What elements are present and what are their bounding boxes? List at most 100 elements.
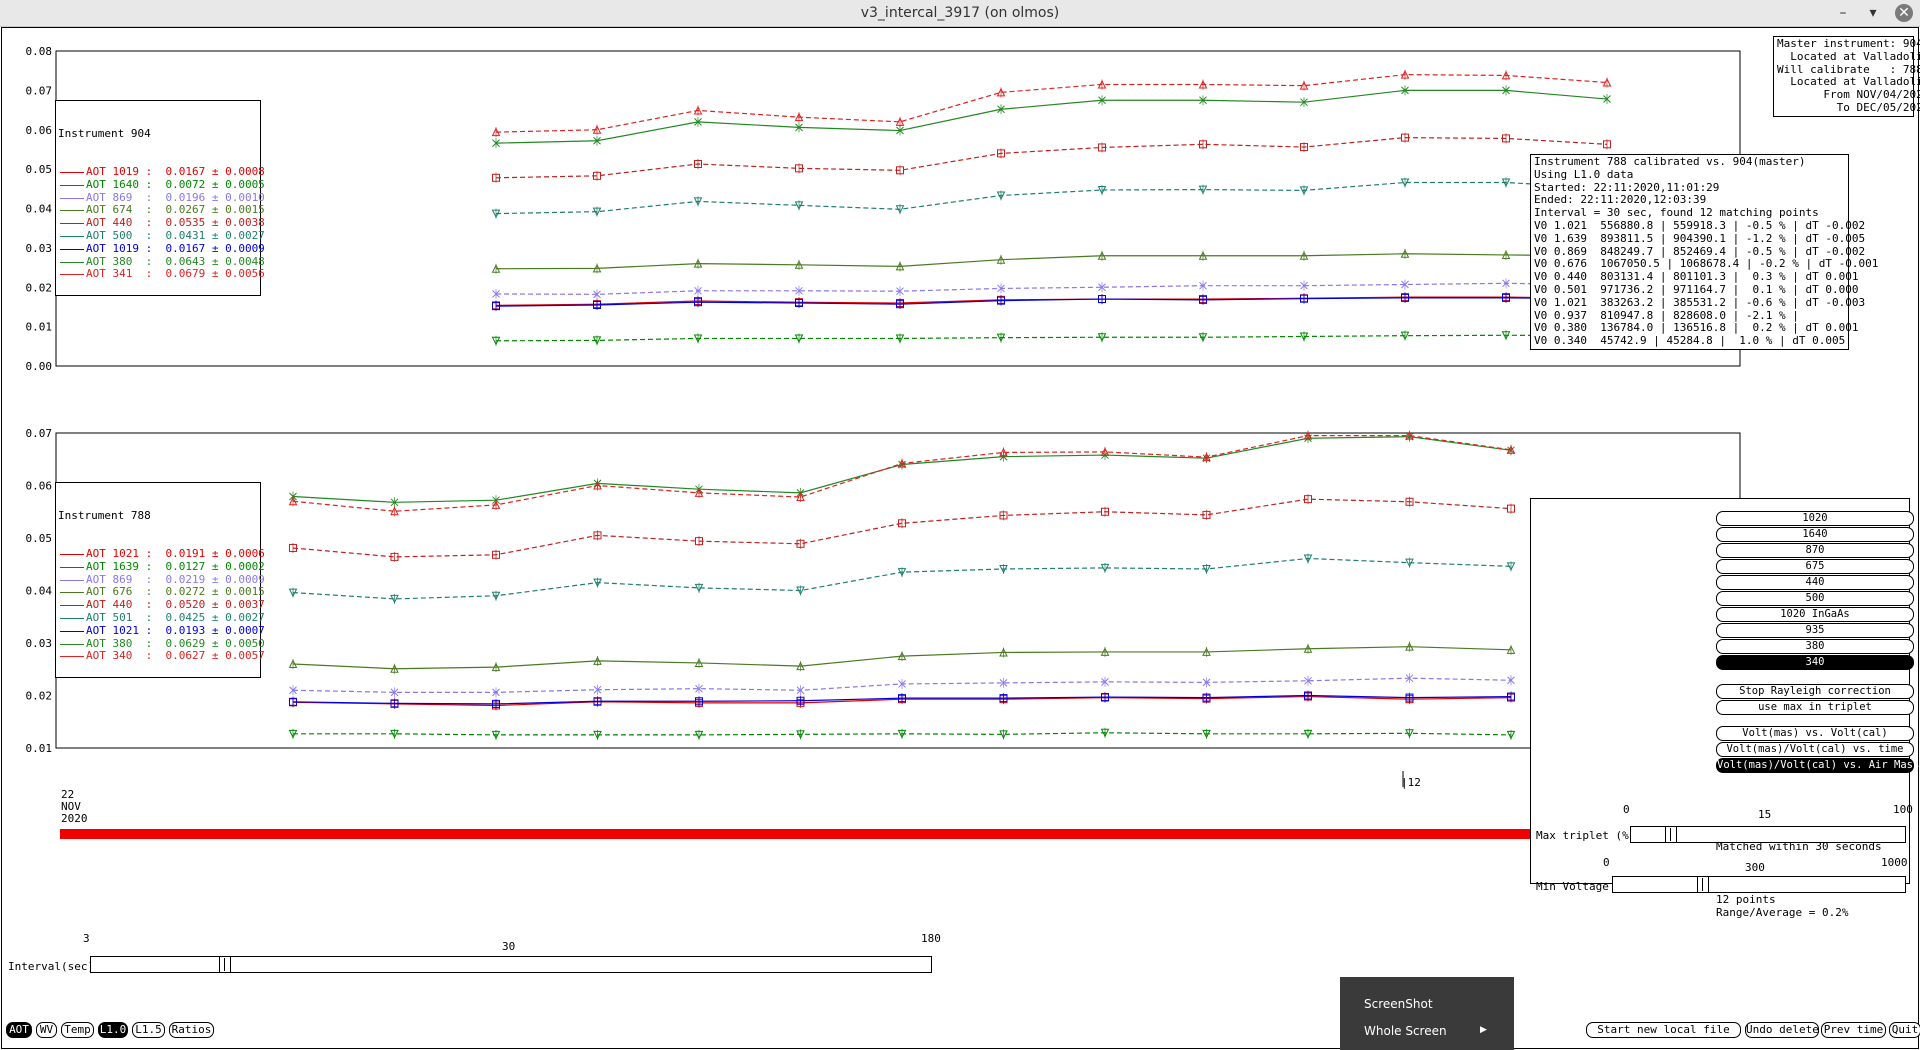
series-line — [495, 74, 1608, 133]
data-type-button-wv[interactable]: WV — [36, 1022, 57, 1038]
aot-plot-788[interactable]: 0.07 0.06 0.05 0.04 0.03 0.02 0.01 — [26, 427, 1741, 755]
legend-label: AOT 1640 : 0.0072 ± 0.0005 — [86, 177, 265, 191]
legend-label: AOT 1021 : 0.0193 ± 0.0007 — [86, 623, 265, 637]
mode-button-volt-mas-volt-cal-vs-air-mass[interactable]: Volt(mas)/Volt(cal) vs. Air Mass — [1716, 758, 1919, 773]
legend-marker-icon — [60, 223, 84, 225]
legend-label: AOT 869 : 0.0219 ± 0.0009 — [86, 572, 265, 586]
option-button-stop-rayleigh-correction[interactable]: Stop Rayleigh correction — [1716, 684, 1914, 699]
y-tick-label: 0.06 — [26, 480, 53, 493]
legend-marker-icon — [60, 261, 84, 263]
data-type-button-aot[interactable]: AOT — [6, 1022, 32, 1038]
y-tick-label: 0.04 — [26, 203, 53, 216]
y-tick-label: 0.07 — [26, 427, 53, 440]
legend-marker-icon — [60, 248, 84, 250]
legend-marker-icon — [60, 579, 84, 581]
master-info-line: To DEC/05/2020 — [1777, 100, 1920, 114]
prev-time-button[interactable]: Prev time — [1821, 1022, 1886, 1038]
calibration-info-line: V0 1.021 556880.8 | 559918.3 | -0.5 % | … — [1534, 218, 1866, 232]
series-line — [495, 181, 1608, 215]
min-voltage-range: Range/Average = 0.2% — [1716, 906, 1849, 919]
channel-button-935[interactable]: 935 — [1716, 623, 1914, 638]
mode-button-volt-mas-volt-cal-vs-time[interactable]: Volt(mas)/Volt(cal) vs. time — [1716, 742, 1914, 757]
calibration-info-line: V0 0.501 971736.2 | 971164.7 | 0.1 % | d… — [1534, 282, 1859, 296]
menu-item-screenshot[interactable]: ScreenShot — [1364, 997, 1433, 1011]
legend-label: AOT 380 : 0.0629 ± 0.0050 — [86, 636, 265, 650]
legend-marker-icon — [60, 643, 84, 645]
legend-marker-icon — [60, 184, 84, 186]
legend-marker-icon — [60, 617, 84, 619]
legend-label: AOT 501 : 0.0425 ± 0.0027 — [86, 610, 265, 624]
max-triplet-label: Max triplet (%) — [1536, 829, 1636, 842]
legend-label: AOT 440 : 0.0535 ± 0.0038 — [86, 216, 265, 230]
data-type-button-temp[interactable]: Temp — [61, 1022, 94, 1038]
y-tick-label: 0.03 — [26, 242, 53, 255]
slider-handle[interactable] — [1697, 876, 1709, 893]
menu-item-whole-screen[interactable]: Whole Screen — [1364, 1024, 1447, 1038]
channel-button-340[interactable]: 340 — [1716, 655, 1914, 670]
data-type-button-l1-0[interactable]: L1.0 — [98, 1022, 128, 1038]
y-tick-label: 0.03 — [26, 637, 53, 650]
mode-button-volt-mas-vs-volt-cal[interactable]: Volt(mas) vs. Volt(cal) — [1716, 726, 1914, 741]
legend-label: AOT 341 : 0.0679 ± 0.0056 — [86, 267, 265, 281]
min-voltage-scale-mid: 300 — [1745, 861, 1765, 874]
legend-label: AOT 676 : 0.0272 ± 0.0015 — [86, 585, 265, 599]
y-tick-label: 0.01 — [26, 321, 53, 334]
legend-title: Instrument 788 — [58, 508, 151, 522]
y-tick-label: 0.01 — [26, 742, 53, 755]
legend-label: AOT 1021 : 0.0191 ± 0.0006 — [86, 546, 265, 560]
min-voltage-label: Min Voltage — [1536, 880, 1609, 893]
channel-button-1020[interactable]: 1020 — [1716, 511, 1914, 526]
legend-marker-icon — [60, 656, 84, 658]
legend-label: AOT 869 : 0.0196 ± 0.0010 — [86, 190, 265, 204]
slider-handle[interactable] — [219, 956, 232, 973]
interval-scale-min: 3 — [83, 932, 90, 945]
undo-delete-button[interactable]: Undo delete — [1745, 1022, 1819, 1038]
data-type-button-ratios[interactable]: Ratios — [169, 1022, 214, 1038]
channel-button-1640[interactable]: 1640 — [1716, 527, 1914, 542]
legend-label: AOT 1019 : 0.0167 ± 0.0008 — [86, 164, 265, 178]
y-tick-label: 0.06 — [26, 124, 53, 137]
data-type-button-l1-5[interactable]: L1.5 — [132, 1022, 165, 1038]
min-voltage-scale-min: 0 — [1603, 856, 1610, 869]
legend-marker-icon — [60, 592, 84, 594]
legend-marker-icon — [60, 630, 84, 632]
channel-button-870[interactable]: 870 — [1716, 543, 1914, 558]
min-voltage-slider[interactable] — [1612, 876, 1906, 893]
calibration-info-line: V0 0.340 45742.9 | 45284.8 | 1.0 % | dT … — [1534, 334, 1846, 348]
master-info-line: Master instrument: 904 — [1777, 37, 1920, 50]
option-button-use-max-in-triplet[interactable]: use max in triplet — [1716, 700, 1914, 715]
legend-label: AOT 340 : 0.0627 ± 0.0057 — [86, 649, 265, 663]
channel-button-440[interactable]: 440 — [1716, 575, 1914, 590]
channel-button-675[interactable]: 675 — [1716, 559, 1914, 574]
y-tick-label: 0.02 — [26, 690, 53, 703]
legend-instrument-904: Instrument 904 AOT 1019 : 0.0167 ± 0.000… — [55, 100, 265, 296]
timeline[interactable] — [60, 771, 1530, 839]
timeline-start-date: 22 NOV 2020 — [61, 788, 88, 825]
interval-slider[interactable] — [90, 956, 932, 973]
legend-title: Instrument 904 — [58, 126, 151, 140]
max-triplet-scale-max: 100 — [1893, 803, 1913, 816]
y-tick-label: 0.08 — [26, 45, 53, 58]
calibration-info-line: Instrument 788 calibrated vs. 904(master… — [1534, 155, 1806, 168]
channel-button-1020-ingaas[interactable]: 1020 InGaAs — [1716, 607, 1914, 622]
master-info-box: Master instrument: 904 Located at Vallad… — [1773, 36, 1920, 117]
min-voltage-scale-max: 1000 — [1881, 856, 1908, 869]
series-line — [495, 253, 1608, 270]
slider-handle[interactable] — [1665, 826, 1678, 843]
timeline-bar[interactable] — [60, 829, 1530, 839]
legend-entry: AOT 340 : 0.0627 ± 0.0057 — [58, 649, 265, 663]
aot-plot-904[interactable]: 0.08 0.07 0.06 0.05 0.04 0.03 0.02 0.01 0.00 — [26, 45, 1741, 373]
y-tick-label: 0.00 — [26, 360, 53, 373]
min-voltage-points: 12 points — [1716, 893, 1776, 906]
quit-button[interactable]: Quit — [1889, 1022, 1920, 1038]
legend-label: AOT 440 : 0.0520 ± 0.0037 — [86, 598, 265, 612]
channel-button-500[interactable]: 500 — [1716, 591, 1914, 606]
legend-entry: AOT 341 : 0.0679 ± 0.0056 — [58, 267, 265, 281]
channel-button-380[interactable]: 380 — [1716, 639, 1914, 654]
y-tick-label: 0.05 — [26, 163, 53, 176]
interval-label: Interval(sec) — [8, 960, 95, 973]
legend-label: AOT 500 : 0.0431 ± 0.0027 — [86, 228, 265, 242]
context-menu: ScreenShot Whole Screen ▶ — [1340, 977, 1514, 1050]
start-new-local-file-button[interactable]: Start new local file — [1586, 1022, 1741, 1038]
legend-label: AOT 1639 : 0.0127 ± 0.0002 — [86, 559, 265, 573]
